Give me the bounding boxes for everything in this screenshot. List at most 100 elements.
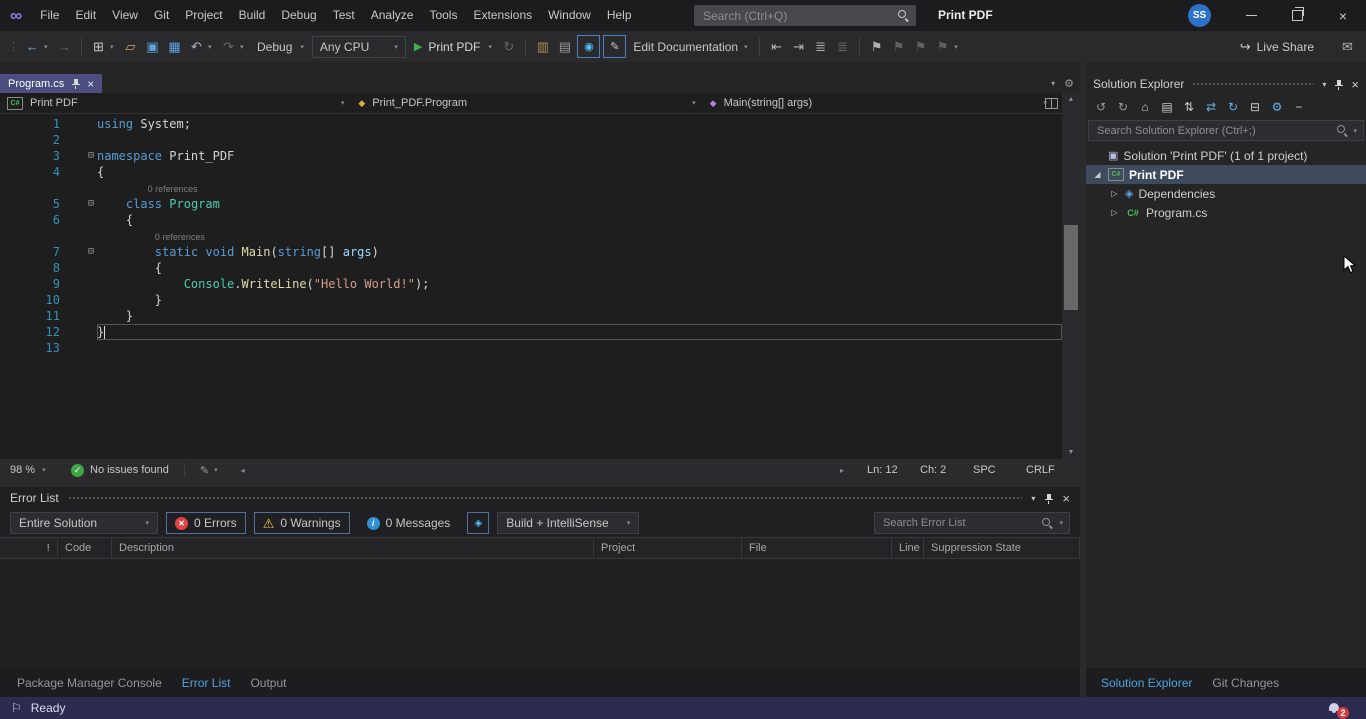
horizontal-scrollbar[interactable]: ◂ ▸ <box>237 464 848 477</box>
refresh-icon[interactable]: ↻ <box>1223 97 1243 117</box>
warnings-filter-button[interactable]: ⚠ 0 Warnings <box>254 512 350 534</box>
zoom-control[interactable]: 98 % ▾ <box>10 464 62 476</box>
menu-project[interactable]: Project <box>177 0 230 31</box>
code-text[interactable]: { <box>97 260 1062 276</box>
redo-icon[interactable]: ↷ <box>218 35 239 59</box>
breadcrumb-main-string-args[interactable]: ◆Main(string[] args)▾ <box>703 93 1054 113</box>
tree-item-program-cs[interactable]: ▷C#Program.cs <box>1086 203 1366 222</box>
next-bookmark-icon[interactable]: ⚑ <box>910 35 931 59</box>
new-project-caret-icon[interactable]: ▾ <box>110 35 119 59</box>
column-header-code[interactable]: Code <box>58 538 112 558</box>
column-header-line[interactable]: Line <box>892 538 924 558</box>
panel-tab-error-list[interactable]: Error List <box>173 668 240 697</box>
open-folder-icon[interactable]: ▱ <box>120 35 141 59</box>
edit-documentation-toggle-button[interactable]: ✎ <box>603 35 626 58</box>
expander-expanded-icon[interactable]: ◢ <box>1092 170 1103 179</box>
tab-program-cs[interactable]: Program.cs × <box>0 74 102 93</box>
error-search-box[interactable]: ▾ <box>874 512 1070 534</box>
live-visual-tree-icon[interactable]: ▥ <box>532 35 553 59</box>
preview-selected-items-icon[interactable]: − <box>1289 97 1309 117</box>
code-text[interactable]: } <box>97 308 1062 324</box>
fold-collapse-icon[interactable]: ⊟ <box>60 196 97 212</box>
panel-tab-output[interactable]: Output <box>241 668 295 697</box>
code-text[interactable] <box>97 340 1062 356</box>
menu-window[interactable]: Window <box>540 0 599 31</box>
tab-options-gear-icon[interactable]: ⚙ <box>1064 77 1074 90</box>
code-text[interactable]: } <box>97 292 1062 308</box>
code-text[interactable]: 0 references <box>97 228 1062 244</box>
edit-documentation-caret-icon[interactable]: ▾ <box>744 35 753 59</box>
tab-close-icon[interactable]: × <box>87 78 94 90</box>
panel-options-caret-icon[interactable]: ▾ <box>1322 80 1326 89</box>
previous-bookmark-icon[interactable]: ⚑ <box>888 35 909 59</box>
start-debugging-button[interactable]: ▶Print PDF <box>407 40 487 54</box>
fold-collapse-icon[interactable]: ⊟ <box>60 244 97 260</box>
pin-icon[interactable] <box>71 78 80 89</box>
scroll-right-arrow-icon[interactable]: ▸ <box>840 466 844 475</box>
code-text[interactable]: 0 references <box>97 180 1062 196</box>
sync-with-active-document-icon[interactable]: ⇄ <box>1201 97 1221 117</box>
panel-close-icon[interactable]: × <box>1062 492 1070 505</box>
navigate-back-icon[interactable]: ↺ <box>1091 97 1111 117</box>
vertical-scrollbar[interactable]: ▲ ▼ <box>1062 93 1080 459</box>
document-list-caret-icon[interactable]: ▾ <box>1051 79 1055 88</box>
errors-filter-button[interactable]: ✕ 0 Errors <box>166 512 246 534</box>
code-text[interactable]: } <box>97 324 1062 340</box>
menu-extensions[interactable]: Extensions <box>465 0 540 31</box>
column-indicator[interactable]: Ch: 2 <box>920 464 964 476</box>
column-header-description[interactable]: Description <box>112 538 594 558</box>
navigate-back-caret-icon[interactable]: ▾ <box>44 35 53 59</box>
menu-file[interactable]: File <box>32 0 67 31</box>
scroll-left-arrow-icon[interactable]: ◂ <box>241 466 245 475</box>
comment-selection-icon[interactable]: ≣ <box>810 35 831 59</box>
code-text[interactable]: using System; <box>97 116 1062 132</box>
solution-search-box[interactable]: ▾ <box>1088 120 1364 141</box>
code-text[interactable] <box>97 132 1062 148</box>
menu-debug[interactable]: Debug <box>273 0 324 31</box>
new-project-icon[interactable]: ⊞ <box>88 35 109 59</box>
navigate-forward-icon[interactable]: → <box>54 35 75 59</box>
solution-search-input[interactable] <box>1095 124 1332 138</box>
tree-item-dependencies[interactable]: ▷◈Dependencies <box>1086 184 1366 203</box>
close-button[interactable]: × <box>1320 0 1366 31</box>
error-list-titlebar[interactable]: Error List ▾ × <box>0 487 1080 509</box>
panel-tab-package-manager-console[interactable]: Package Manager Console <box>8 668 171 697</box>
uncomment-selection-icon[interactable]: ≣ <box>832 35 853 59</box>
code-text[interactable]: { <box>97 212 1062 228</box>
line-indicator[interactable]: Ln: 12 <box>867 464 911 476</box>
increase-indent-icon[interactable]: ⇥ <box>788 35 809 59</box>
messages-filter-button[interactable]: i 0 Messages <box>358 512 460 534</box>
split-editor-icon[interactable] <box>1045 98 1058 109</box>
menu-view[interactable]: View <box>104 0 146 31</box>
decrease-indent-icon[interactable]: ⇤ <box>766 35 787 59</box>
scope-dropdown[interactable]: Entire Solution ▾ <box>10 512 158 534</box>
scroll-up-arrow-icon[interactable]: ▲ <box>1062 93 1080 106</box>
menu-help[interactable]: Help <box>599 0 640 31</box>
code-text[interactable]: static void Main(string[] args) <box>97 244 1062 260</box>
severity-column-header[interactable]: ! <box>0 538 58 558</box>
menu-test[interactable]: Test <box>325 0 363 31</box>
minimize-button[interactable] <box>1228 0 1274 31</box>
code-editor[interactable]: 1using System;23⊟namespace Print_PDF4{0 … <box>0 114 1062 459</box>
column-header-project[interactable]: Project <box>594 538 742 558</box>
solution-configurations-dropdown[interactable]: Debug▾ <box>250 36 311 58</box>
live-share-button[interactable]: ↪Live Share <box>1240 39 1314 55</box>
expander-collapsed-icon[interactable]: ▷ <box>1109 208 1120 217</box>
undo-icon[interactable]: ↶ <box>186 35 207 59</box>
error-search-input[interactable] <box>881 516 1036 530</box>
menu-analyze[interactable]: Analyze <box>363 0 422 31</box>
codelens-references[interactable]: 0 references <box>148 181 198 197</box>
switch-views-icon[interactable]: ▤ <box>1157 97 1177 117</box>
codelens-references[interactable]: 0 references <box>155 229 205 245</box>
live-property-explorer-icon[interactable]: ▤ <box>554 35 575 59</box>
code-text[interactable]: class Program <box>97 196 1062 212</box>
column-header-file[interactable]: File <box>742 538 892 558</box>
breadcrumb-print-pdf[interactable]: C#Print PDF▾ <box>0 93 351 113</box>
pending-changes-filter-icon[interactable]: ⇅ <box>1179 97 1199 117</box>
column-header-suppression-state[interactable]: Suppression State <box>924 538 1080 558</box>
save-icon[interactable]: ▣ <box>142 35 163 59</box>
redo-caret-icon[interactable]: ▾ <box>240 35 249 59</box>
code-cleanup-button[interactable]: ✎ ▾ <box>200 464 218 477</box>
account-avatar[interactable]: SS <box>1188 4 1211 27</box>
scrollbar-thumb[interactable] <box>1064 225 1078 310</box>
